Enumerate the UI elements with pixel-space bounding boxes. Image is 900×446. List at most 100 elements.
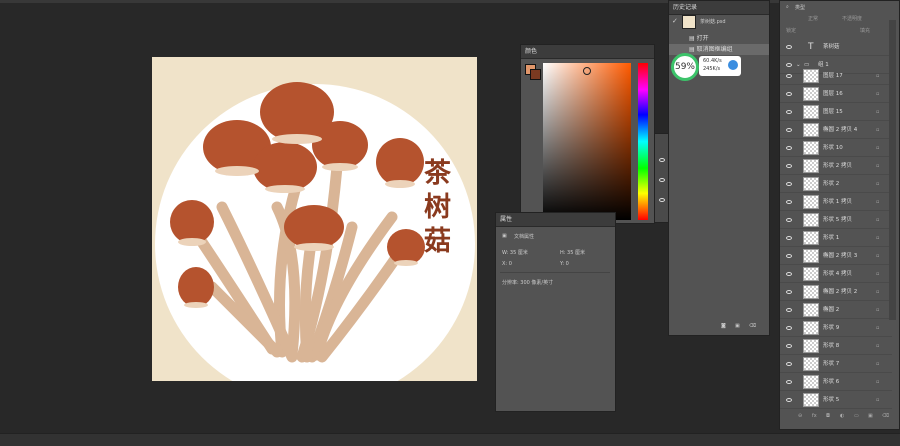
eye-icon[interactable] xyxy=(786,164,792,168)
new-layer-icon[interactable]: ▣ xyxy=(868,413,873,419)
height-field[interactable]: H: 35 厘米 xyxy=(560,249,585,256)
width-field[interactable]: W: 35 厘米 xyxy=(502,249,528,256)
layer-row[interactable]: 形状 2 ▫ xyxy=(780,175,892,193)
layer-row[interactable]: 形状 9 ▫ xyxy=(780,319,892,337)
x-field[interactable]: X: 0 xyxy=(502,261,512,267)
snapshot-thumbnail[interactable] xyxy=(682,15,696,29)
layer-row[interactable]: 椭圆 2 拷贝 2 ▫ xyxy=(780,283,892,301)
eye-icon[interactable] xyxy=(786,344,792,348)
fill-label: 填充 xyxy=(860,28,871,34)
eye-icon[interactable] xyxy=(786,272,792,276)
upload-speed: 60.4K/s xyxy=(703,58,722,64)
eye-icon[interactable] xyxy=(786,290,792,294)
blend-mode-select[interactable]: 正常 xyxy=(808,15,818,22)
network-percent-badge[interactable]: 59% xyxy=(671,53,699,81)
color-picker-cursor[interactable] xyxy=(583,67,591,75)
lock-icon: ▫ xyxy=(876,181,880,187)
eye-icon[interactable] xyxy=(786,308,792,312)
eye-icon[interactable] xyxy=(786,200,792,204)
layer-row[interactable]: 椭圆 2 拷贝 4 ▫ xyxy=(780,121,892,139)
layer-row[interactable]: 图层 17 ▫ xyxy=(780,67,892,85)
mask-icon[interactable]: ◘ xyxy=(826,413,830,419)
properties-panel-title[interactable]: 属性 xyxy=(496,213,615,227)
document-canvas[interactable]: 茶树菇 xyxy=(152,57,477,381)
filter-search-icon[interactable]: ⌕ xyxy=(786,4,789,10)
canvas-title-text: 茶树菇 xyxy=(424,158,451,257)
lock-icon: ▫ xyxy=(876,199,880,205)
lock-icon: ▫ xyxy=(876,109,880,115)
history-panel: 历史记录 ✓ 茶树菇.psd ▤ 打开 ▤ 取消图框编组 ◙ ▣ ⌫ xyxy=(668,0,770,336)
history-panel-title[interactable]: 历史记录 xyxy=(669,1,769,15)
color-picker-field[interactable] xyxy=(543,63,631,220)
y-field[interactable]: Y: 0 xyxy=(560,261,569,267)
layer-row[interactable]: 形状 5 拷贝 ▫ xyxy=(780,211,892,229)
eye-icon[interactable] xyxy=(786,362,792,366)
eye-icon[interactable] xyxy=(786,182,792,186)
layer-thumbnail xyxy=(803,159,819,173)
layer-thumbnail xyxy=(803,249,819,263)
layer-row[interactable]: 形状 2 拷贝 ▫ xyxy=(780,157,892,175)
history-step-icon: ▤ xyxy=(689,35,695,42)
layer-thumbnail xyxy=(803,375,819,389)
history-document-name[interactable]: 茶树菇.psd xyxy=(700,18,726,25)
layer-thumbnail xyxy=(803,285,819,299)
layer-row[interactable]: 图层 16 ▫ xyxy=(780,85,892,103)
layer-thumbnail xyxy=(803,231,819,245)
eye-icon[interactable] xyxy=(786,380,792,384)
lock-icon: ▫ xyxy=(876,217,880,223)
layer-row[interactable]: 形状 7 ▫ xyxy=(780,355,892,373)
eye-icon[interactable] xyxy=(786,146,792,150)
eye-icon[interactable] xyxy=(786,254,792,258)
layer-row[interactable]: 形状 4 拷贝 ▫ xyxy=(780,265,892,283)
eye-icon[interactable] xyxy=(786,398,792,402)
layer-thumbnail xyxy=(803,195,819,209)
layer-thumbnail xyxy=(803,87,819,101)
eye-icon[interactable] xyxy=(786,74,792,78)
accelerator-icon[interactable] xyxy=(728,60,738,70)
eye-icon[interactable] xyxy=(786,92,792,96)
layer-row[interactable]: 形状 1 拷贝 ▫ xyxy=(780,193,892,211)
properties-panel: 属性 ▣ 文档属性 W: 35 厘米 H: 35 厘米 X: 0 Y: 0 分辨… xyxy=(495,212,616,412)
eye-icon[interactable] xyxy=(786,110,792,114)
layer-thumbnail xyxy=(803,213,819,227)
layers-scrollbar[interactable] xyxy=(889,20,896,320)
opacity-label: 不透明度 xyxy=(842,16,863,22)
link-layers-icon[interactable]: ⊖ xyxy=(798,413,802,419)
background-color-swatch[interactable] xyxy=(530,69,541,80)
color-panel-title[interactable]: 颜色 xyxy=(521,45,654,59)
lock-icon: ▫ xyxy=(876,127,880,133)
layer-row[interactable]: 图层 15 ▫ xyxy=(780,103,892,121)
layer-row[interactable]: 形状 1 ▫ xyxy=(780,229,892,247)
layer-row[interactable]: 形状 8 ▫ xyxy=(780,337,892,355)
layer-row[interactable]: 椭圆 2 ▫ xyxy=(780,301,892,319)
network-speed-widget: 60.4K/s 245K/s xyxy=(699,56,741,76)
eye-icon[interactable] xyxy=(659,198,665,202)
layer-row[interactable]: 形状 6 ▫ xyxy=(780,373,892,391)
trash-icon[interactable]: ⌫ xyxy=(882,413,889,419)
eye-icon[interactable] xyxy=(659,178,665,182)
lock-icon: ▫ xyxy=(876,325,880,331)
eye-icon[interactable] xyxy=(786,218,792,222)
layer-row[interactable]: 椭圆 2 拷贝 3 ▫ xyxy=(780,247,892,265)
lock-icon: ▫ xyxy=(876,253,880,259)
hue-slider[interactable] xyxy=(638,63,648,220)
camera-icon[interactable]: ▣ xyxy=(735,323,740,329)
eye-icon[interactable] xyxy=(786,326,792,330)
layer-row-text[interactable]: T 茶树菇 xyxy=(780,38,892,56)
history-item[interactable]: ▤ 打开 xyxy=(669,33,769,44)
trash-icon[interactable]: ⌫ xyxy=(749,323,756,329)
eye-icon[interactable] xyxy=(786,128,792,132)
history-step-icon: ▤ xyxy=(689,46,695,53)
layer-row[interactable]: 形状 10 ▫ xyxy=(780,139,892,157)
eye-icon[interactable] xyxy=(786,45,792,49)
layer-filter-select[interactable]: 类型 xyxy=(795,4,805,11)
eye-icon[interactable] xyxy=(786,236,792,240)
layer-style-icon[interactable]: fx xyxy=(812,413,817,419)
layer-row[interactable]: 形状 5 ▫ xyxy=(780,391,892,409)
new-group-icon[interactable]: ▭ xyxy=(854,413,859,419)
eye-icon[interactable] xyxy=(659,158,665,162)
lock-icon: ▫ xyxy=(876,397,880,403)
new-snapshot-icon[interactable]: ◙ xyxy=(721,323,726,329)
layer-thumbnail xyxy=(803,303,819,317)
adjustment-icon[interactable]: ◐ xyxy=(840,413,844,419)
